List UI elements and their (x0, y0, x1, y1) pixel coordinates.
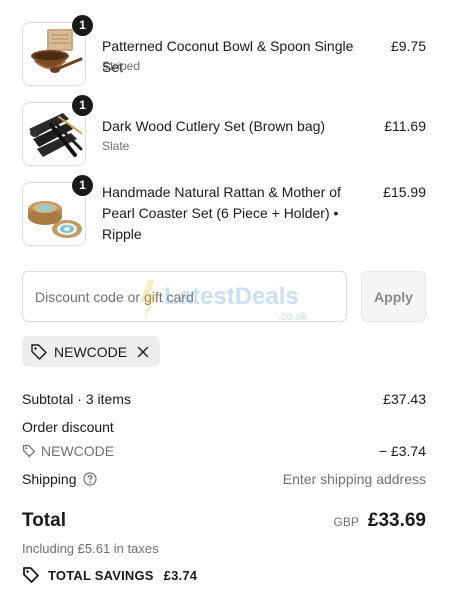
item-price: £15.99 (383, 184, 426, 200)
quantity-badge: 1 (72, 15, 93, 36)
item-variant: Slate (102, 139, 130, 153)
savings-label: TOTAL SAVINGS (48, 567, 154, 583)
total-amount: GBP £33.69 (334, 510, 426, 532)
item-price: £11.69 (384, 118, 426, 134)
tag-icon (22, 444, 36, 458)
order-discount-code: NEWCODE (22, 443, 114, 459)
tag-icon (23, 567, 39, 583)
item-title: Dark Wood Cutlery Set (Brown bag) (102, 118, 326, 134)
order-discount-label: Order discount (22, 419, 114, 435)
tag-icon (31, 343, 47, 360)
item-variant: Striped (102, 59, 141, 73)
shipping-row: Shipping (22, 471, 97, 487)
help-icon[interactable] (82, 472, 97, 486)
quantity-badge: 1 (72, 175, 93, 196)
product-thumbnail: 1 (22, 15, 93, 86)
remove-discount-button[interactable] (135, 344, 151, 360)
line-item: 1 Patterned Coconut Bowl & Spoon Single … (22, 15, 426, 86)
item-title: Patterned Coconut Bowl & Spoon Single Se… (102, 38, 354, 75)
line-item: 1 Handmade Natural Rattan & Mother of Pe… (22, 175, 426, 248)
total-savings: TOTAL SAVINGS £3.74 (22, 566, 197, 584)
product-thumbnail: 1 (22, 175, 93, 246)
shipping-value: Enter shipping address (282, 471, 426, 487)
currency-code: GBP (333, 515, 359, 529)
discount-value: − £3.74 (378, 443, 426, 459)
shipping-label: Shipping (22, 471, 77, 487)
item-title: Handmade Natural Rattan & Mother of Pear… (102, 184, 341, 242)
tax-note: Including £5.61 in taxes (22, 541, 159, 556)
subtotal-label: Subtotal · 3 items (22, 391, 131, 407)
product-thumbnail: 1 (22, 95, 93, 166)
total-value: £33.69 (367, 510, 426, 531)
applied-code-label: NEWCODE (54, 343, 128, 360)
item-price: £9.75 (390, 38, 426, 54)
quantity-badge: 1 (72, 95, 93, 116)
savings-value: £3.74 (163, 567, 198, 583)
close-icon (137, 346, 149, 357)
total-label: Total (22, 510, 66, 531)
apply-button[interactable]: Apply (361, 271, 426, 322)
discount-code-text: NEWCODE (41, 443, 115, 459)
line-item: 1 Dark Wood Cutlery Set (Brown bag) Slat… (22, 95, 426, 166)
discount-row: Apply (22, 271, 426, 322)
applied-discount-chip: NEWCODE (22, 336, 161, 367)
subtotal-value: £37.43 (383, 391, 426, 407)
discount-code-input[interactable] (22, 271, 347, 322)
